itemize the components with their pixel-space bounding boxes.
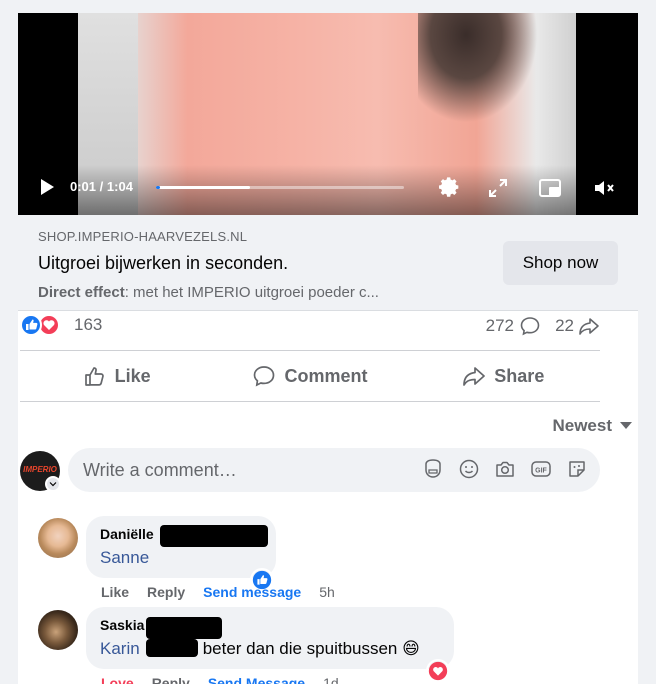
comment-text: Sanne xyxy=(100,548,149,568)
video-player[interactable]: 0:01 / 1:04 xyxy=(18,13,638,215)
reaction-summary: 163 272 22 xyxy=(20,312,600,340)
comment-label: Comment xyxy=(284,365,368,386)
video-progress-head xyxy=(156,186,160,189)
svg-text:GIF: GIF xyxy=(535,468,547,475)
video-time: 0:01 / 1:04 xyxy=(70,179,133,194)
comment-body: beter dan die spuitbussen 😄 xyxy=(202,639,420,658)
current-time: 0:01 xyxy=(70,179,97,194)
comment-button[interactable]: Comment xyxy=(213,352,406,400)
send-message-link[interactable]: Send message xyxy=(203,584,301,600)
comment-like-link[interactable]: Like xyxy=(101,584,129,600)
composer-icons: GIF xyxy=(422,458,588,480)
like-button[interactable]: Like xyxy=(20,352,213,400)
chevron-down-icon[interactable] xyxy=(45,476,61,492)
comment-timestamp[interactable]: 5h xyxy=(319,584,335,600)
share-arrow-icon xyxy=(579,318,599,335)
link-description-bold: Direct effect xyxy=(38,284,125,301)
shop-now-button[interactable]: Shop now xyxy=(503,241,618,285)
comment-actions: Love Reply Send Message 1d xyxy=(101,675,339,684)
post-actions: Like Comment Share xyxy=(20,352,600,400)
comment-count-value: 272 xyxy=(485,316,514,335)
link-title[interactable]: Uitgroei bijwerken in seconden. xyxy=(38,253,288,274)
caret-down-icon xyxy=(620,422,632,429)
comment-reply-link[interactable]: Reply xyxy=(147,584,185,600)
commenter-avatar[interactable] xyxy=(38,518,78,558)
share-label: Share xyxy=(494,365,545,386)
sort-label: Newest xyxy=(552,416,612,435)
camera-icon[interactable] xyxy=(494,458,516,480)
love-reaction-icon[interactable] xyxy=(426,659,450,683)
reaction-icons[interactable] xyxy=(20,314,60,336)
comment-reply-link[interactable]: Reply xyxy=(152,675,190,684)
sticker-icon[interactable] xyxy=(566,458,588,480)
send-message-link[interactable]: Send Message xyxy=(208,675,305,684)
comment-bubble: Daniëlle Sanne xyxy=(86,516,276,578)
thumbs-up-icon xyxy=(84,367,104,386)
comment-bubble: Saskia Karin beter dan die spuitbussen 😄 xyxy=(86,607,454,669)
comment-actions: Like Reply Send message 5h xyxy=(101,584,335,600)
divider xyxy=(20,401,600,402)
settings-icon[interactable] xyxy=(438,176,462,200)
share-icon xyxy=(463,367,486,386)
share-count-value: 22 xyxy=(555,316,574,335)
like-icon xyxy=(20,314,42,336)
gif-icon[interactable]: GIF xyxy=(530,458,552,480)
duration: 1:04 xyxy=(106,179,133,194)
comment-author[interactable]: Saskia xyxy=(100,617,144,633)
redaction-bar xyxy=(145,639,198,657)
time-separator: / xyxy=(99,179,104,194)
comment-count[interactable]: 272 xyxy=(486,316,540,336)
pip-icon[interactable] xyxy=(538,176,562,200)
divider xyxy=(20,350,600,351)
comment-input[interactable]: Write a comment… GIF xyxy=(68,448,600,492)
redaction-bar xyxy=(146,617,222,639)
mute-icon[interactable] xyxy=(592,176,616,200)
mention-link[interactable]: Karin xyxy=(100,639,140,658)
mention-link[interactable]: Sanne xyxy=(100,548,149,567)
play-icon[interactable] xyxy=(38,178,56,196)
link-description: Direct effect: met het IMPERIO uitgroei … xyxy=(38,284,379,301)
fullscreen-icon[interactable] xyxy=(486,176,510,200)
comment-love-link[interactable]: Love xyxy=(101,675,134,684)
reaction-count[interactable]: 163 xyxy=(74,315,102,335)
comment-sort-dropdown[interactable]: Newest xyxy=(552,416,632,436)
comment-author[interactable]: Daniëlle xyxy=(100,526,154,542)
comment-input-placeholder: Write a comment… xyxy=(83,460,237,480)
link-domain: SHOP.IMPERIO-HAARVEZELS.NL xyxy=(38,229,248,244)
comment-timestamp[interactable]: 1d xyxy=(323,675,339,684)
avatar-logo-text: IMPERIO xyxy=(23,465,57,474)
link-description-rest: : met het IMPERIO uitgroei poeder c... xyxy=(124,284,379,301)
avatar-sticker-icon[interactable] xyxy=(422,458,444,480)
comment-icon xyxy=(254,366,275,387)
emoji-icon[interactable] xyxy=(458,458,480,480)
comment-text: Karin beter dan die spuitbussen 😄 xyxy=(100,639,420,659)
commenter-avatar[interactable] xyxy=(38,610,78,650)
link-preview[interactable]: SHOP.IMPERIO-HAARVEZELS.NL Uitgroei bijw… xyxy=(18,215,638,311)
video-progress-fill xyxy=(156,186,251,189)
share-button[interactable]: Share xyxy=(407,352,600,400)
share-count[interactable]: 22 xyxy=(555,316,600,336)
redaction-bar xyxy=(160,525,268,547)
video-progress-bar[interactable] xyxy=(156,186,404,189)
comment-bubble-icon xyxy=(520,317,540,336)
like-label: Like xyxy=(114,365,151,386)
